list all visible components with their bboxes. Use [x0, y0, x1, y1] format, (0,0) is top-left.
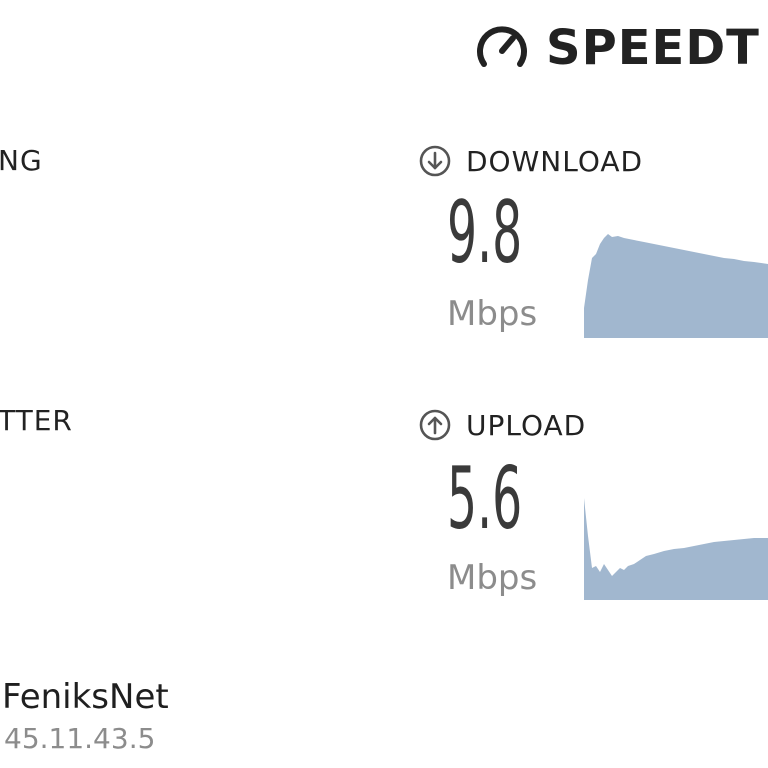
arrow-down-circle-icon — [419, 145, 451, 177]
upload-graph-area — [584, 498, 768, 600]
logo-text: SPEEDT — [546, 20, 760, 76]
download-speed-graph — [584, 234, 768, 338]
speedtest-logo: SPEEDT — [472, 18, 760, 78]
jitter-label: TTER — [0, 404, 73, 437]
speedtest-results-screen: SPEEDT NG 9 TTER 6 DOWNLOAD 9.8 Mbps UPL… — [0, 0, 768, 768]
download-unit: Mbps — [447, 294, 538, 334]
arrow-up-circle-icon — [419, 409, 451, 441]
download-value: 9.8 — [447, 183, 523, 283]
upload-value: 5.6 — [447, 449, 523, 549]
download-graph-area — [584, 234, 768, 338]
isp-name: FeniksNet — [2, 677, 169, 717]
speedometer-icon — [477, 26, 527, 67]
download-label: DOWNLOAD — [418, 144, 643, 178]
upload-label: UPLOAD — [418, 408, 586, 442]
upload-speed-graph — [584, 498, 768, 600]
ping-label: NG — [0, 144, 43, 177]
isp-ip-address: 45.11.43.5 — [4, 722, 156, 755]
upload-unit: Mbps — [447, 558, 538, 598]
